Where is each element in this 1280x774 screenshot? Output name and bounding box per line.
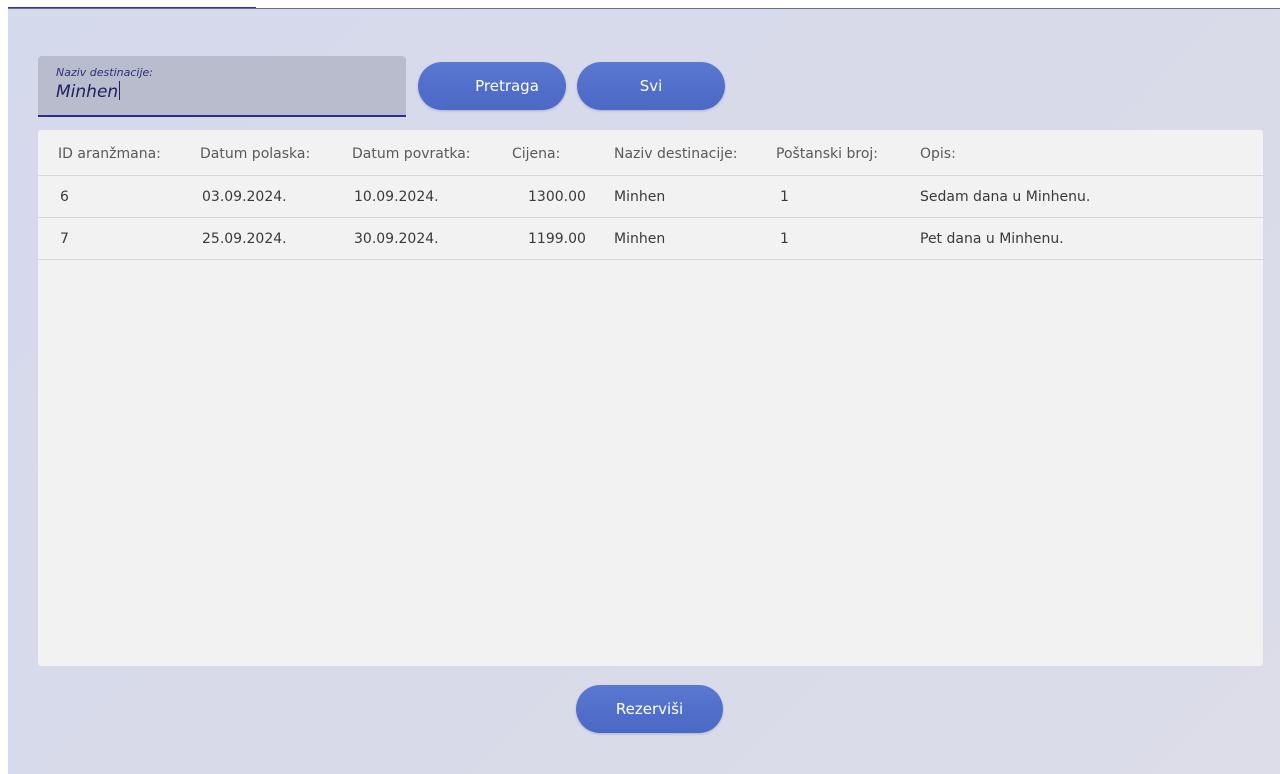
reserve-button[interactable]: Rezerviši: [576, 685, 723, 733]
search-field-label: Naziv destinacije:: [56, 66, 154, 79]
column-header-return-date[interactable]: Datum povratka:: [352, 146, 471, 162]
column-header-description[interactable]: Opis:: [920, 146, 956, 162]
cell-destination: Minhen: [614, 231, 666, 247]
cell-description: Pet dana u Minhenu.: [920, 231, 1064, 247]
table-row[interactable]: 7 25.09.2024. 30.09.2024. 1199.00 Minhen…: [38, 218, 1263, 260]
cell-return-date: 30.09.2024.: [354, 231, 439, 247]
column-header-departure-date[interactable]: Datum polaska:: [200, 146, 310, 162]
show-all-button[interactable]: Svi: [577, 62, 725, 110]
cell-id: 7: [60, 231, 69, 247]
column-header-price[interactable]: Cijena:: [512, 146, 560, 162]
search-field-value[interactable]: Minhen: [56, 81, 121, 102]
cell-departure-date: 25.09.2024.: [202, 231, 287, 247]
cell-postal-code: 1: [780, 189, 789, 205]
cell-description: Sedam dana u Minhenu.: [920, 189, 1091, 205]
cell-postal-code: 1: [780, 231, 789, 247]
text-caret: [119, 81, 121, 100]
column-header-id[interactable]: ID aranžmana:: [58, 146, 161, 162]
arrangements-table: ID aranžmana: Datum polaska: Datum povra…: [38, 130, 1263, 666]
table-header: ID aranžmana: Datum polaska: Datum povra…: [38, 130, 1263, 176]
column-header-postal-code[interactable]: Poštanski broj:: [776, 146, 878, 162]
search-button[interactable]: Pretraga: [418, 62, 566, 110]
cell-return-date: 10.09.2024.: [354, 189, 439, 205]
title-bar-area: [256, 0, 1280, 8]
cell-id: 6: [60, 189, 69, 205]
table-row[interactable]: 6 03.09.2024. 10.09.2024. 1300.00 Minhen…: [38, 176, 1263, 218]
cell-departure-date: 03.09.2024.: [202, 189, 287, 205]
cell-price: 1300.00: [528, 189, 586, 205]
window-left-edge: [0, 0, 8, 774]
top-divider: [0, 8, 1280, 9]
cell-destination: Minhen: [614, 189, 666, 205]
destination-search-input[interactable]: Naziv destinacije: Minhen: [38, 56, 406, 117]
column-header-destination[interactable]: Naziv destinacije:: [614, 146, 737, 162]
cell-price: 1199.00: [528, 231, 586, 247]
